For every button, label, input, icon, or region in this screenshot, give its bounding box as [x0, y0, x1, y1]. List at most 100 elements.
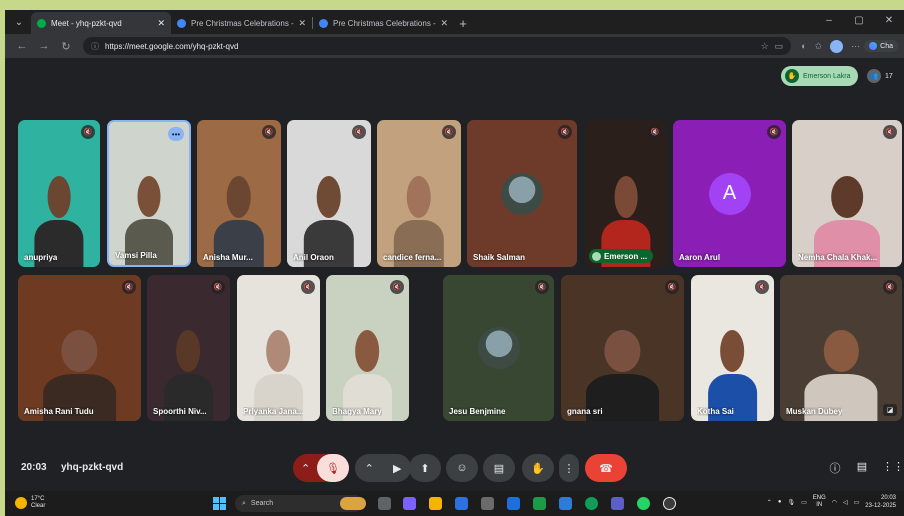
participant-tile[interactable]: 🔇 Bhagya Mary: [326, 275, 409, 421]
close-tab-icon[interactable]: ✕: [440, 18, 448, 29]
weather-widget[interactable]: 17°C Clear: [15, 496, 45, 510]
maximize-icon[interactable]: ▢: [844, 10, 874, 32]
drive-favicon-icon: [319, 18, 328, 28]
present-screen-button[interactable]: ⬆: [409, 454, 441, 482]
participant-tile[interactable]: 🔇 Shaik Salman: [467, 120, 577, 267]
emoji-icon: ☺: [456, 462, 468, 474]
mic-off-icon: 🔇: [262, 125, 276, 139]
participant-tile[interactable]: 🔇 anupriya: [18, 120, 100, 267]
menu-icon[interactable]: ⋯: [851, 41, 860, 52]
reload-icon[interactable]: ↻: [55, 40, 77, 53]
participant-tile[interactable]: 🔇 Jesu Benjmine: [443, 275, 554, 421]
people-count-button[interactable]: 👥 17: [867, 66, 893, 86]
participant-name: Anil Oraon: [293, 253, 334, 262]
participant-tile[interactable]: 🔇 Emerson ...: [585, 120, 667, 267]
tray-app-icon[interactable]: ●: [778, 499, 782, 505]
copilot-taskbar-icon[interactable]: [403, 497, 416, 510]
meeting-info-icon[interactable]: ⓘ: [827, 460, 843, 476]
file-explorer-icon[interactable]: [429, 497, 442, 510]
bookmark-star-icon[interactable]: ☆: [761, 41, 769, 52]
tab-slides-2[interactable]: Pre Christmas Celebrations - Goo ✕: [313, 12, 454, 34]
tab-meet[interactable]: Meet - yhq-pzkt-qvd ✕: [31, 12, 171, 34]
clock-time: 20:03: [880, 495, 896, 501]
wifi-icon[interactable]: ◠: [832, 499, 837, 506]
weather-condition: Clear: [31, 503, 46, 509]
participant-name: gnana sri: [567, 407, 603, 416]
favorites-icon[interactable]: ✩: [815, 41, 823, 52]
volume-icon[interactable]: ◁: [843, 499, 848, 506]
teams-icon[interactable]: [611, 497, 624, 510]
close-tab-icon[interactable]: ✕: [298, 18, 306, 29]
store-icon[interactable]: [455, 497, 468, 510]
omnibox[interactable]: ⓘ https://meet.google.com/yhq-pzkt-qvd ☆…: [83, 37, 792, 55]
new-tab-button[interactable]: +: [454, 13, 472, 33]
meet-stage: ✋ Emerson Lakra 👥 17 🔇 anupriya ••• Vamsi P…: [5, 58, 904, 491]
profile-avatar[interactable]: [830, 39, 844, 53]
mic-off-icon: 🔇: [648, 125, 662, 139]
microphone-toggle-button[interactable]: 🎙: [317, 454, 349, 482]
leave-call-button[interactable]: ☎: [585, 454, 627, 482]
participant-tile[interactable]: A 🔇 Aaron Arul: [673, 120, 786, 267]
tab-search-icon[interactable]: ⌄: [9, 12, 29, 32]
captions-button[interactable]: ▤: [483, 454, 515, 482]
tray-screen-icon[interactable]: ▭: [801, 499, 807, 506]
participant-name: Jesu Benjmine: [449, 407, 506, 416]
participant-name: Kotha Sai: [697, 407, 734, 416]
self-view-icon[interactable]: ◪: [883, 404, 897, 416]
close-window-icon[interactable]: ✕: [874, 10, 904, 32]
participant-name: Nemha Chala Khak...: [798, 253, 878, 262]
mic-off-icon: 🔇: [883, 125, 897, 139]
tab-title: Pre Christmas Celebrations - Goo: [191, 18, 294, 28]
site-info-icon[interactable]: ⓘ: [91, 41, 99, 52]
activities-icon[interactable]: ⋮⋮: [882, 460, 904, 476]
sun-icon: [15, 497, 27, 509]
language-indicator[interactable]: ENG IN: [813, 495, 826, 509]
app-icon[interactable]: [481, 497, 494, 510]
vscode-icon[interactable]: [507, 497, 520, 510]
forward-icon[interactable]: →: [33, 40, 55, 52]
participant-name: candice ferna...: [383, 253, 442, 262]
participant-tile[interactable]: 🔇 candice ferna...: [377, 120, 461, 267]
mic-off-icon: 🔇: [665, 280, 679, 294]
participant-tile[interactable]: 🔇 gnana sri: [561, 275, 684, 421]
window-controls: – ▢ ✕: [814, 10, 904, 32]
chat-icon[interactable]: ▤: [854, 460, 870, 476]
chevron-up-icon[interactable]: ⌃: [767, 499, 772, 506]
taskbar-clock[interactable]: 20:03 23-12-2025: [865, 494, 896, 510]
participant-tile[interactable]: 🔇 Priyanka Jana...: [237, 275, 320, 421]
back-icon[interactable]: ←: [11, 40, 33, 52]
participant-tile[interactable]: 🔇 Anisha Mur...: [197, 120, 281, 267]
whatsapp-icon[interactable]: [637, 497, 650, 510]
mic-off-icon: 🔇: [767, 125, 781, 139]
reactions-button[interactable]: ☺: [446, 454, 478, 482]
tab-slides-1[interactable]: Pre Christmas Celebrations - Goo ✕: [171, 12, 312, 34]
participant-avatar: [477, 327, 520, 369]
participant-tile[interactable]: ••• Vamsi Pilla: [107, 120, 191, 267]
participant-tile[interactable]: 🔇 Nemha Chala Khak...: [792, 120, 902, 267]
camera-icon: ▶: [392, 462, 402, 475]
participant-tile[interactable]: 🔇 Anil Oraon: [287, 120, 371, 267]
participant-tile[interactable]: 🔇 Muskan Dubey ◪: [780, 275, 902, 421]
windows-start-icon[interactable]: [213, 497, 226, 510]
excel-icon[interactable]: [533, 497, 546, 510]
participant-tile[interactable]: 🔇 Amisha Rani Tudu: [18, 275, 141, 421]
more-options-icon[interactable]: •••: [168, 127, 184, 141]
raised-hand-pill[interactable]: ✋ Emerson Lakra: [781, 66, 859, 86]
participant-tile[interactable]: 🔇 Kotha Sai: [691, 275, 774, 421]
media-player-icon[interactable]: [663, 497, 676, 510]
task-view-icon[interactable]: [378, 497, 391, 510]
close-tab-icon[interactable]: ✕: [157, 18, 165, 29]
participant-tile[interactable]: 🔇 Spoorthi Niv...: [147, 275, 230, 421]
raise-hand-button[interactable]: ✋: [522, 454, 554, 482]
more-options-button[interactable]: ⋮: [559, 454, 579, 482]
battery-icon[interactable]: ▭: [854, 499, 860, 506]
cast-icon[interactable]: ▭: [775, 41, 784, 52]
extensions-icon[interactable]: ◐: [801, 41, 806, 51]
copilot-button[interactable]: Cha: [864, 40, 898, 52]
camera-toggle-button[interactable]: ⌃ ▶: [355, 454, 411, 482]
edge-icon[interactable]: [585, 497, 598, 510]
outlook-icon[interactable]: [559, 497, 572, 510]
search-highlight-icon[interactable]: [340, 497, 366, 510]
mic-tray-icon[interactable]: 🎙: [787, 499, 795, 506]
minimize-icon[interactable]: –: [814, 10, 844, 32]
